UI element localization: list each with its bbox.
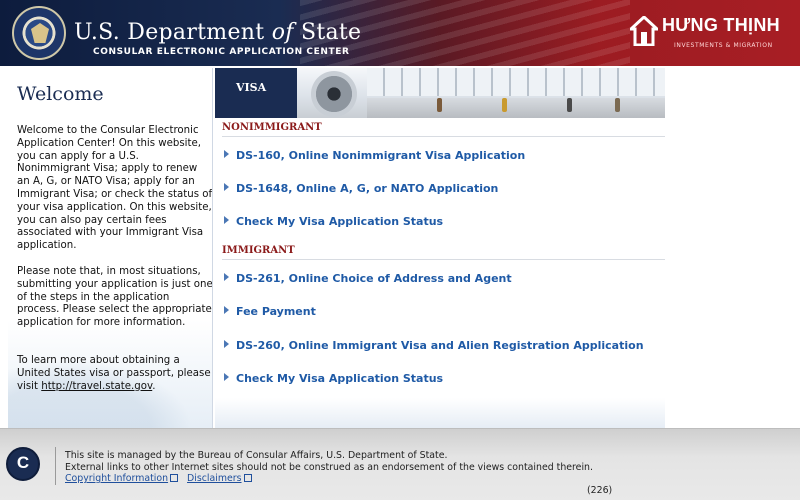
- brand-logo: HƯNG THỊNH INVESTMENTS & MIGRATION: [630, 12, 795, 56]
- welcome-heading: Welcome: [17, 83, 104, 105]
- visa-main-panel: VISA NONIMMIGRANT DS-160, Online Nonimmi…: [215, 68, 665, 428]
- department-seal-icon: [12, 6, 66, 60]
- arrow-right-icon: [224, 340, 229, 348]
- external-link-icon: [170, 474, 179, 482]
- airport-banner-image: [297, 68, 665, 118]
- site-subtitle: CONSULAR ELECTRONIC APPLICATION CENTER: [93, 47, 350, 57]
- welcome-intro-text: Welcome to the Consular Electronic Appli…: [17, 125, 213, 252]
- jet-engine-image: [311, 71, 357, 117]
- nonimmigrant-section-header: NONIMMIGRANT: [222, 122, 665, 137]
- process-note-text: Please note that, in most situations, su…: [17, 266, 213, 329]
- fee-payment-link[interactable]: Fee Payment: [224, 305, 316, 318]
- footer-external-links-text: External links to other Internet sites s…: [65, 462, 593, 473]
- content-bottom-shade: [215, 398, 665, 428]
- ds261-link[interactable]: DS-261, Online Choice of Address and Age…: [224, 272, 512, 285]
- immigrant-check-status-link[interactable]: Check My Visa Application Status: [224, 372, 443, 385]
- arrow-right-icon: [224, 183, 229, 191]
- footer-divider: [55, 447, 56, 485]
- nonimmigrant-check-status-link[interactable]: Check My Visa Application Status: [224, 215, 443, 228]
- brand-name: HƯNG THỊNH: [662, 15, 780, 35]
- site-title: U.S. Department of State: [74, 20, 362, 45]
- ds160-link[interactable]: DS-160, Online Nonimmigrant Visa Applica…: [224, 149, 525, 162]
- arrow-right-icon: [224, 216, 229, 224]
- house-icon: [630, 16, 658, 46]
- footer-managed-by-text: This site is managed by the Bureau of Co…: [65, 450, 448, 461]
- arrow-right-icon: [224, 150, 229, 158]
- arrow-right-icon: [224, 373, 229, 381]
- footer-links: Copyright Information Disclaimers: [65, 473, 258, 484]
- site-footer: C This site is managed by the Bureau of …: [0, 428, 800, 500]
- ds260-link[interactable]: DS-260, Online Immigrant Visa and Alien …: [224, 339, 644, 352]
- disclaimers-link[interactable]: Disclaimers: [187, 473, 252, 484]
- visa-tab: VISA: [215, 68, 297, 118]
- immigrant-section-header: IMMIGRANT: [222, 245, 665, 260]
- welcome-sidebar: Welcome Welcome to the Consular Electron…: [8, 68, 213, 428]
- copyright-information-link[interactable]: Copyright Information: [65, 473, 179, 484]
- site-header: U.S. Department of State CONSULAR ELECTR…: [0, 0, 800, 66]
- ds1648-link[interactable]: DS-1648, Online A, G, or NATO Applicatio…: [224, 182, 498, 195]
- page-counter: (226): [587, 485, 613, 496]
- ceac-logo-icon: C: [6, 447, 40, 481]
- travel-state-gov-link[interactable]: http://travel.state.gov: [41, 381, 152, 392]
- learn-more-text: To learn more about obtaining a United S…: [17, 355, 211, 392]
- arrow-right-icon: [224, 273, 229, 281]
- external-link-icon: [243, 474, 252, 482]
- brand-tagline: INVESTMENTS & MIGRATION: [674, 42, 773, 49]
- arrow-right-icon: [224, 306, 229, 314]
